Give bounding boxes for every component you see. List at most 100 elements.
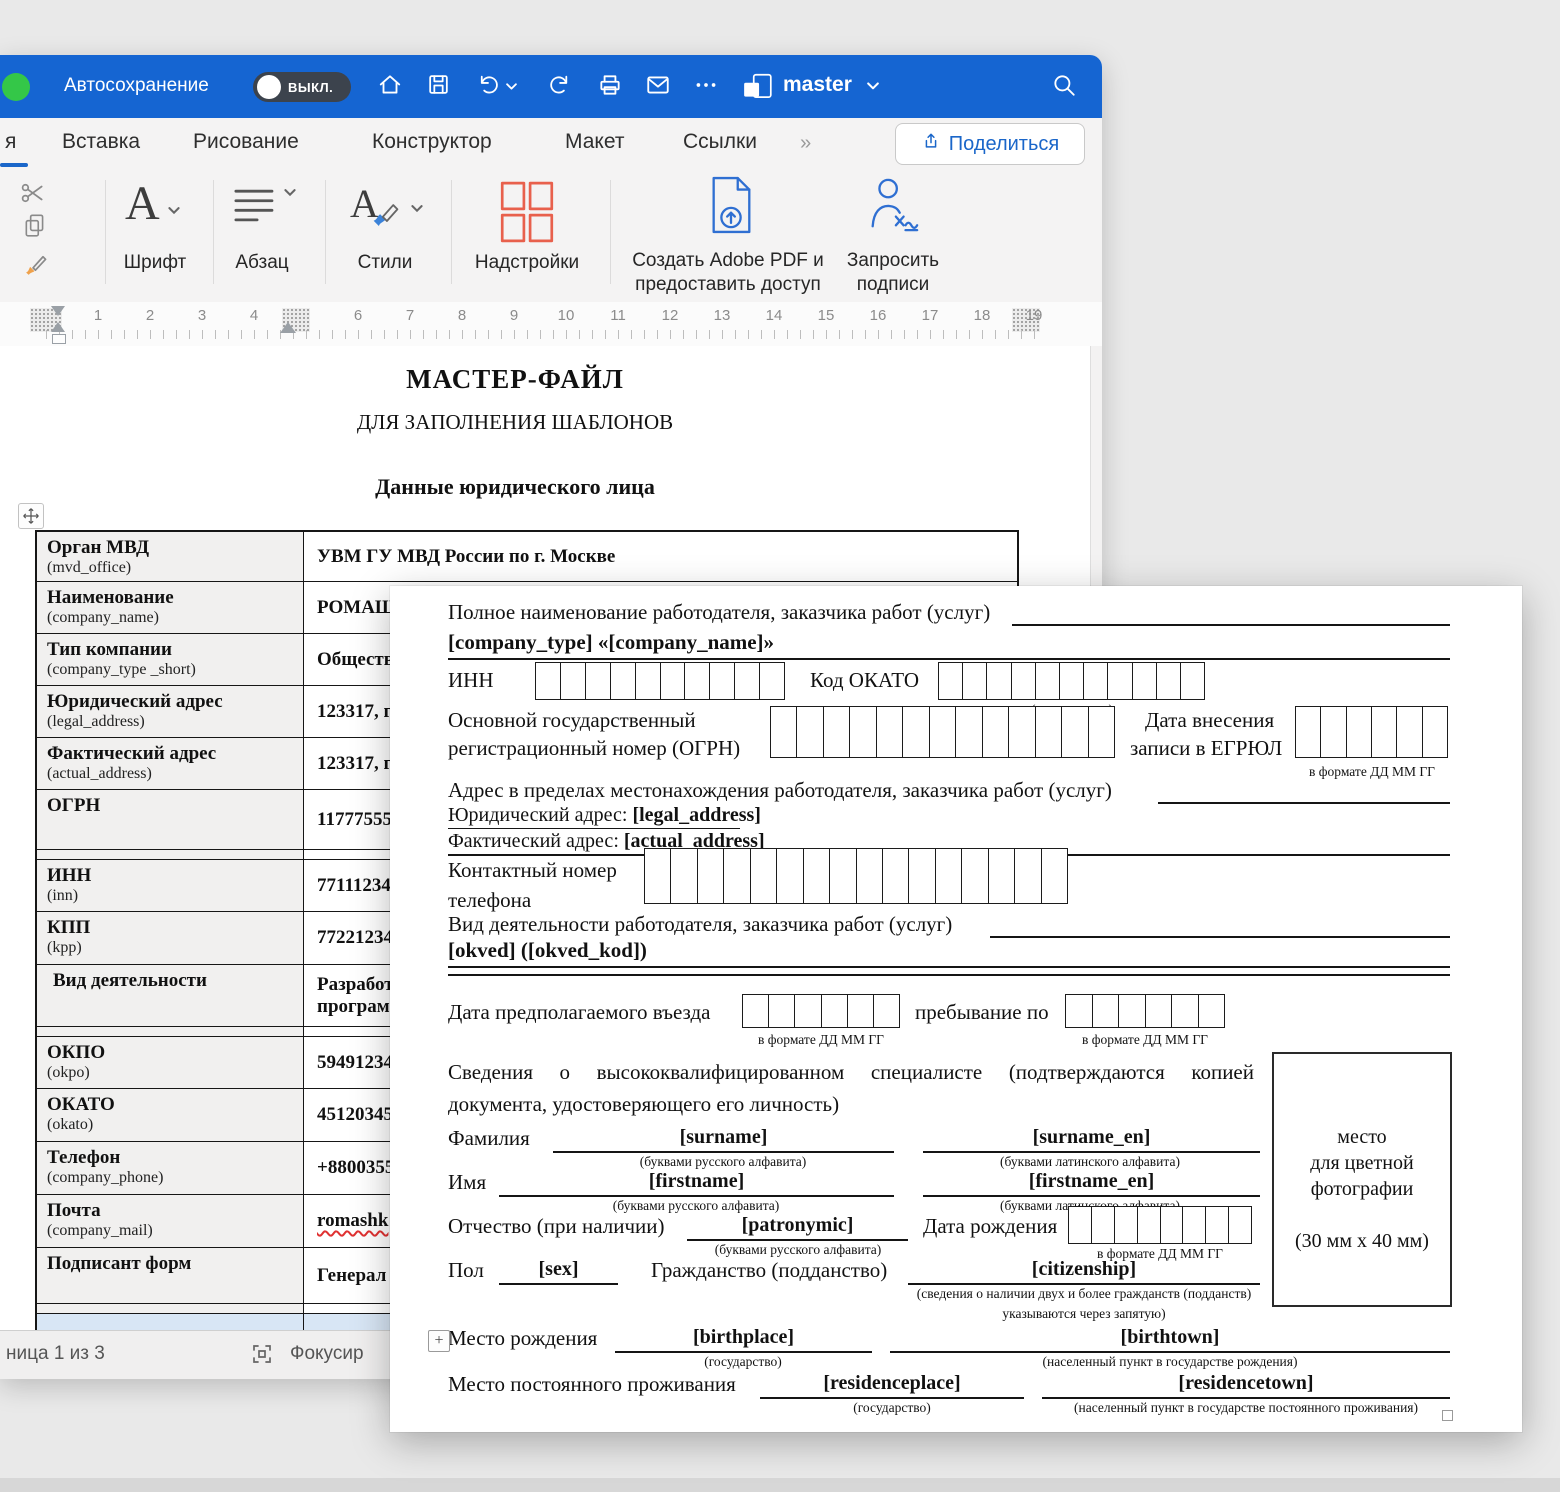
surname-value[interactable]: [surname]	[553, 1126, 894, 1153]
fullname-blank-line[interactable]	[1012, 602, 1450, 626]
chevron-down-icon	[506, 78, 517, 96]
ruler-number: 2	[146, 307, 154, 324]
ribbon-tabs: я Вставка Рисование Конструктор Макет Сс…	[0, 118, 1102, 168]
create-adobe-pdf-button[interactable]: Создать Adobe PDF и предоставить доступ	[620, 172, 835, 294]
form-window: Полное наименование работодателя, заказч…	[390, 586, 1522, 1432]
tab-references[interactable]: Ссылки	[683, 130, 757, 154]
stay-until-label: пребывание по	[915, 1000, 1049, 1025]
address-label: Адрес в пределах местонахождения работод…	[448, 778, 1112, 803]
ruler-number: 9	[510, 307, 518, 324]
citizenship-note-2: указываются через запятую)	[1002, 1306, 1165, 1322]
egrul-date-boxes[interactable]	[1295, 706, 1448, 758]
birthplace-note: (государство)	[704, 1354, 782, 1370]
activity-blank-line[interactable]	[990, 914, 1450, 938]
styles-group-button[interactable]: A Стили	[335, 176, 440, 286]
tab-design[interactable]: Конструктор	[372, 130, 492, 154]
egrul-date-format-note: в формате ДД ММ ГГ	[1309, 764, 1435, 780]
first-line-indent-marker[interactable]	[51, 306, 65, 316]
tab-home-partial[interactable]: я	[5, 130, 16, 154]
ruler-ticks	[46, 330, 1046, 339]
search-button[interactable]	[1046, 69, 1082, 105]
chevron-down-icon	[411, 200, 423, 218]
birthdate-boxes[interactable]	[1068, 1206, 1252, 1244]
tab-layout[interactable]: Макет	[565, 130, 624, 154]
addins-button[interactable]: Надстройки	[465, 176, 590, 286]
ruler-number: 7	[406, 307, 414, 324]
surname-label: Фамилия	[448, 1126, 530, 1151]
cut-icon[interactable]	[20, 180, 46, 211]
citizenship-value[interactable]: [citizenship]	[908, 1258, 1260, 1285]
share-button[interactable]: Поделиться	[895, 123, 1085, 165]
entry-date-boxes[interactable]	[742, 994, 900, 1028]
sex-value[interactable]: [sex]	[499, 1258, 618, 1285]
redo-button[interactable]	[540, 69, 576, 105]
printer-icon	[597, 72, 623, 103]
autosave-toggle[interactable]: ВЫКЛ.	[253, 72, 351, 102]
toggle-label: ВЫКЛ.	[288, 80, 333, 95]
home-button[interactable]	[372, 69, 408, 105]
request-signatures-button[interactable]: Запросить подписи	[835, 172, 960, 294]
tab-insert[interactable]: Вставка	[62, 130, 140, 154]
residenceplace-value[interactable]: [residenceplace]	[760, 1372, 1024, 1399]
print-button[interactable]	[592, 69, 628, 105]
blank-line[interactable]	[448, 958, 1450, 976]
legal-address-line[interactable]: Юридический адрес: [legal_address]	[448, 804, 740, 829]
chevron-down-icon	[284, 184, 296, 202]
tabs-overflow-chevrons[interactable]: ››	[800, 132, 809, 155]
share-label: Поделиться	[949, 133, 1059, 156]
traffic-light-green[interactable]	[2, 73, 30, 101]
indent-marker[interactable]	[280, 322, 296, 333]
addins-label: Надстройки	[475, 252, 579, 274]
ruler-number: 10	[558, 307, 575, 324]
title-dropdown[interactable]	[862, 69, 884, 105]
resize-handle[interactable]	[1442, 1410, 1453, 1421]
patronymic-value[interactable]: [patronymic]	[687, 1214, 908, 1241]
surname-note: (буквами русского алфавита)	[640, 1154, 806, 1170]
stay-date-boxes[interactable]	[1065, 994, 1225, 1028]
save-button[interactable]	[420, 69, 456, 105]
paragraph-group-button[interactable]: Абзац	[222, 176, 322, 286]
undo-button[interactable]	[469, 69, 505, 105]
entry-date-label: Дата предполагаемого въезда	[448, 1000, 710, 1025]
ribbon: A Шрифт Абзац A Стили	[0, 168, 1102, 303]
address-blank-line[interactable]	[1158, 780, 1450, 804]
word-doc-icon: W	[740, 69, 776, 105]
font-group-button[interactable]: A Шрифт	[110, 176, 210, 286]
inn-boxes[interactable]	[535, 662, 785, 700]
undo-dropdown[interactable]	[501, 69, 521, 105]
paragraph-group-label: Абзац	[235, 252, 288, 274]
patronymic-label: Отчество (при наличии)	[448, 1214, 664, 1239]
company-value-line[interactable]: [company_type] «[company_name]»	[448, 630, 1450, 660]
mail-button[interactable]	[640, 69, 676, 105]
table-move-handle[interactable]	[18, 503, 44, 529]
firstname-value[interactable]: [firstname]	[499, 1170, 894, 1197]
format-painter-icon[interactable]	[22, 248, 50, 281]
firstname-en-value[interactable]: [firstname_en]	[923, 1170, 1260, 1197]
birthplace-value[interactable]: [birthplace]	[615, 1326, 872, 1353]
birthplace-label: Место рождения	[448, 1326, 597, 1351]
left-indent-marker[interactable]	[52, 334, 66, 344]
ruler-number: 8	[458, 307, 466, 324]
okato-boxes[interactable]	[938, 662, 1205, 700]
page-count[interactable]: ница 1 из 3	[6, 1343, 105, 1365]
addins-icon	[498, 180, 556, 249]
copy-icon[interactable]	[22, 212, 48, 243]
birthtown-value[interactable]: [birthtown]	[890, 1326, 1450, 1353]
focus-mode-label[interactable]: Фокусир	[290, 1343, 364, 1365]
phone-boxes[interactable]	[644, 848, 1068, 904]
more-commands-button[interactable]	[688, 69, 724, 105]
table-plus-handle[interactable]: +	[428, 1330, 450, 1352]
ribbon-divider	[610, 180, 611, 284]
hanging-indent-marker[interactable]	[51, 322, 65, 332]
surname-en-value[interactable]: [surname_en]	[923, 1126, 1260, 1153]
focus-mode-icon[interactable]	[250, 1342, 274, 1372]
residencetown-value[interactable]: [residencetown]	[1042, 1372, 1450, 1399]
patronymic-note: (буквами русского алфавита)	[715, 1242, 881, 1258]
document-title[interactable]: master	[783, 73, 852, 97]
surname-en-note: (буквами латинского алфавита)	[1000, 1154, 1180, 1170]
activity-label: Вид деятельности работодателя, заказчика…	[448, 912, 952, 937]
tab-draw[interactable]: Рисование	[193, 130, 299, 154]
ogrn-boxes[interactable]	[770, 706, 1115, 758]
egrul-label-2: записи в ЕГРЮЛ	[1130, 736, 1282, 761]
okato-label: Код ОКАТО	[810, 668, 919, 693]
